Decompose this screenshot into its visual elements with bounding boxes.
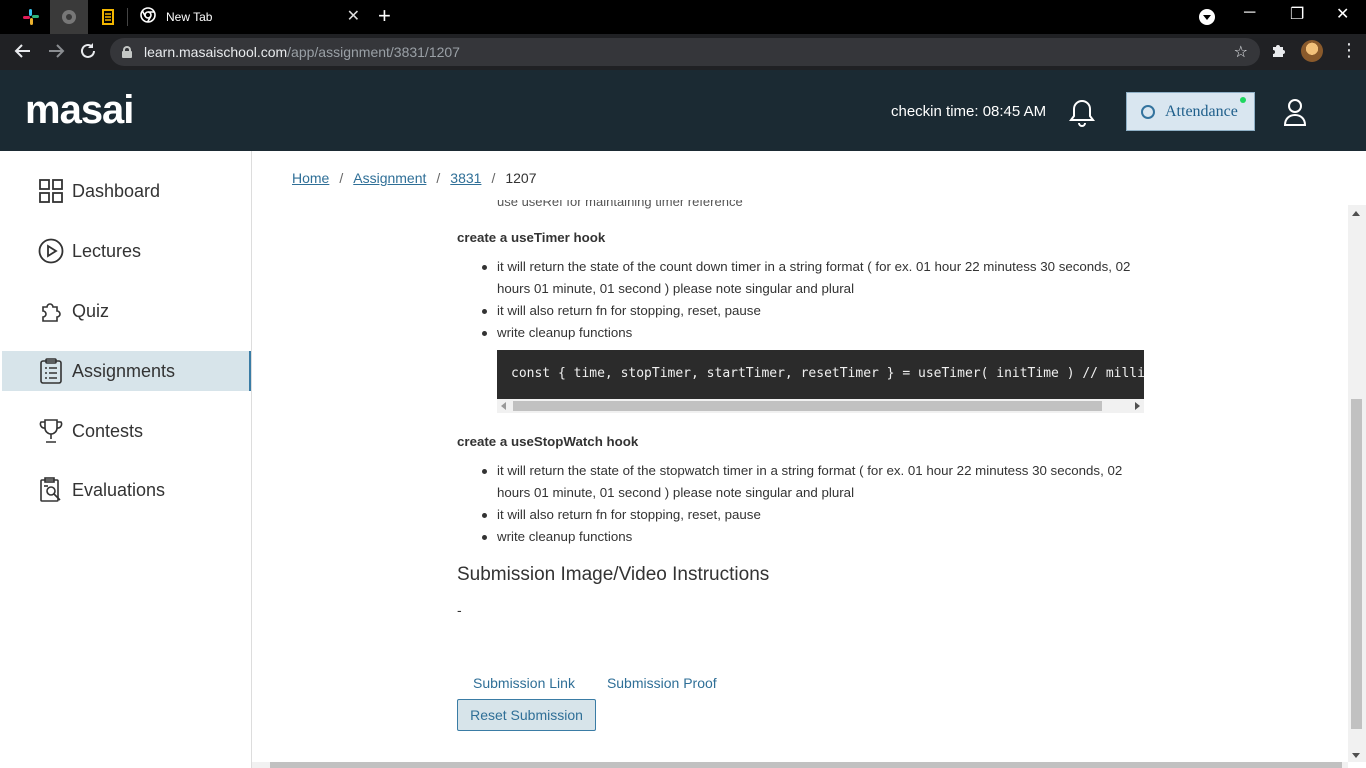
back-arrow-icon[interactable] [14,42,32,64]
document-tab-icon[interactable] [90,0,126,34]
puzzle-icon [38,298,64,324]
breadcrumb: Home / Assignment / 3831 / 1207 [292,170,537,186]
page-vertical-scrollbar[interactable] [1348,205,1366,762]
forward-arrow-icon[interactable] [47,42,65,64]
tab-submission-proof[interactable]: Submission Proof [607,675,717,691]
sidebar-item-quiz[interactable]: Quiz [2,291,251,331]
lock-icon[interactable] [122,46,132,58]
clipboard-list-icon [38,358,64,384]
scroll-up-arrow-icon[interactable] [1352,211,1360,216]
sidebar-item-contests[interactable]: Contests [2,411,251,451]
tab-title: New Tab [166,10,213,24]
scrollbar-thumb[interactable] [270,762,1342,768]
breadcrumb-home[interactable]: Home [292,170,329,186]
extensions-puzzle-icon[interactable] [1270,42,1286,63]
sidebar-item-label: Dashboard [72,180,161,201]
user-profile-icon[interactable] [1283,98,1307,131]
sidebar-item-assignments[interactable]: Assignments [2,351,251,391]
submission-instructions-heading: Submission Image/Video Instructions [457,564,770,585]
globe-tab-icon[interactable] [50,0,88,34]
scroll-left-arrow-icon[interactable] [501,402,506,410]
submission-tabs: Submission Link Submission Proof [473,675,717,691]
code-text: const { time, stopTimer, startTimer, res… [497,350,1144,399]
sidebar-item-label: Contests [72,420,144,441]
breadcrumb-separator: / [339,170,344,186]
submission-instructions-text: - [457,602,462,618]
usestopwatch-heading: create a useStopWatch hook [457,434,639,449]
browser-menu-icon[interactable]: ⋮ [1340,40,1358,61]
breadcrumb-separator: / [491,170,496,186]
tab-search-icon[interactable] [1199,9,1215,25]
masai-logo[interactable]: masai [25,88,134,132]
scrollbar-thumb[interactable] [1351,399,1362,729]
url-text: learn.masaischool.com/app/assignment/383… [144,44,460,60]
online-status-dot [1240,97,1246,103]
trophy-icon [38,418,64,444]
sidebar-item-evaluations[interactable]: Evaluations [2,470,251,510]
breadcrumb-assignment-id[interactable]: 3831 [450,170,481,186]
breadcrumb-assignment[interactable]: Assignment [353,170,426,186]
sidebar-item-label: Lectures [72,240,142,261]
minimize-icon[interactable]: ─ [1244,4,1255,22]
restore-icon[interactable]: ❐ [1290,4,1304,24]
sidebar-item-label: Evaluations [72,479,166,500]
profile-avatar[interactable] [1301,40,1323,62]
list-item: write cleanup functions [479,322,1139,344]
partially-hidden-text: use useRef for maintaining timer referen… [497,200,743,209]
reset-submission-button[interactable]: Reset Submission [457,699,596,731]
scroll-right-arrow-icon[interactable] [1135,402,1140,410]
attendance-button[interactable]: Attendance [1126,92,1255,131]
list-item: it will also return fn for stopping, res… [479,300,1139,322]
notification-bell-icon[interactable] [1068,98,1096,133]
list-item: write cleanup functions [479,526,1139,548]
sidebar: Dashboard Lectures Quiz Assignments Cont… [0,151,252,768]
breadcrumb-separator: / [436,170,441,186]
close-window-icon[interactable]: ✕ [1336,4,1349,24]
report-icon [38,477,64,503]
tab-submission-link[interactable]: Submission Link [473,675,575,691]
sidebar-item-dashboard[interactable]: Dashboard [2,171,251,211]
page-horizontal-scrollbar[interactable] [252,762,1348,768]
play-circle-icon [38,238,64,264]
scrollbar-thumb[interactable] [513,401,1102,411]
usetimer-list: it will return the state of the count do… [479,256,1139,344]
browser-tab-bar: New Tab ✕ + ─ ❐ ✕ [0,0,1366,34]
sidebar-item-lectures[interactable]: Lectures [2,231,251,271]
attendance-label: Attendance [1165,102,1238,120]
chrome-icon [140,6,156,28]
code-horizontal-scrollbar[interactable] [497,399,1144,413]
tab-new-tab[interactable]: New Tab ✕ [128,0,368,34]
sidebar-item-label: Assignments [72,360,176,381]
usetimer-heading: create a useTimer hook [457,230,606,245]
assignment-content: use useRef for maintaining timer referen… [252,200,1348,762]
checkin-time: checkin time: 08:45 AM [891,103,1047,120]
address-bar[interactable]: learn.masaischool.com/app/assignment/383… [110,38,1260,66]
breadcrumb-current: 1207 [505,170,537,186]
close-tab-icon[interactable]: ✕ [347,8,360,26]
clock-icon [1141,104,1155,119]
reload-icon[interactable] [79,42,97,64]
bookmark-star-icon[interactable]: ☆ [1234,42,1248,62]
grid-icon [38,178,64,204]
new-tab-plus-icon[interactable]: + [378,5,391,27]
list-item: it will return the state of the stopwatc… [479,460,1139,504]
code-block: const { time, stopTimer, startTimer, res… [497,350,1144,414]
sidebar-item-label: Quiz [72,300,110,321]
app-header: masai checkin time: 08:45 AM Attendance [0,70,1366,151]
scroll-down-arrow-icon[interactable] [1352,753,1360,758]
list-item: it will return the state of the count do… [479,256,1139,300]
browser-toolbar: learn.masaischool.com/app/assignment/383… [0,34,1366,70]
usestopwatch-list: it will return the state of the stopwatc… [479,460,1139,548]
list-item: it will also return fn for stopping, res… [479,504,1139,526]
slack-tab-icon[interactable] [14,0,48,34]
